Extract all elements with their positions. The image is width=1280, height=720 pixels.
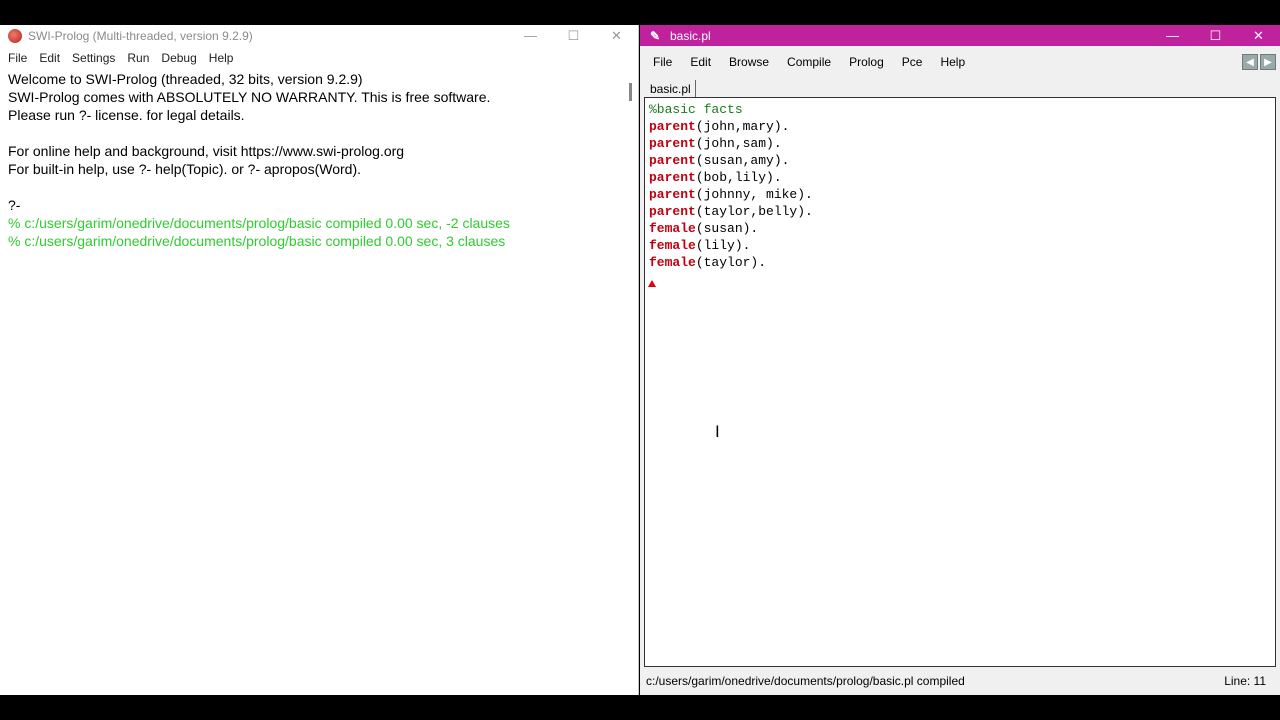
tab-strip: basic.pl [640,78,1280,98]
menu-edit[interactable]: Edit [683,55,718,69]
menu-help[interactable]: Help [205,51,238,65]
maximize-button[interactable]: ☐ [552,25,595,46]
code-line: parent(john,mary). [649,118,1271,135]
console-scrollbar[interactable] [629,83,632,101]
caret-marker-icon [648,280,656,287]
editor-statusbar: c:/users/garim/onedrive/documents/prolog… [640,667,1280,695]
console-line: % c:/users/garim/onedrive/documents/prol… [8,215,510,231]
console-line: Welcome to SWI-Prolog (threaded, 32 bits… [8,71,363,87]
console-title: SWI-Prolog (Multi-threaded, version 9.2.… [28,28,253,43]
menu-file[interactable]: File [646,55,679,69]
code-args: (taylor). [695,255,767,270]
console-line: For built-in help, use ?- help(Topic). o… [8,161,362,177]
status-line-number: Line: 11 [1224,674,1266,688]
minimize-button[interactable]: — [1151,25,1194,46]
console-line: Please run ?- license. for legal details… [8,107,245,123]
code-keyword: female [649,238,696,253]
code-comment: %basic facts [649,102,743,117]
code-args: (taylor,belly). [695,204,813,219]
console-titlebar[interactable]: SWI-Prolog (Multi-threaded, version 9.2.… [0,25,638,46]
code-args: (lily). [695,238,751,253]
console-menubar: File Edit Settings Run Debug Help [0,46,638,70]
pceemacs-icon: ✎ [649,28,661,43]
code-keyword: parent [649,119,696,134]
status-message: c:/users/garim/onedrive/documents/prolog… [646,674,965,688]
code-editor[interactable]: %basic facts parent(john,mary). parent(j… [644,97,1276,667]
console-output[interactable]: Welcome to SWI-Prolog (threaded, 32 bits… [0,70,627,695]
code-keyword: female [649,255,696,270]
prolog-console-window: SWI-Prolog (Multi-threaded, version 9.2.… [0,25,639,695]
menu-edit[interactable]: Edit [35,51,64,65]
desktop: SWI-Prolog (Multi-threaded, version 9.2.… [0,0,1280,720]
code-keyword: parent [649,204,696,219]
code-line: female(susan). [649,220,1271,237]
code-args: (johnny, mike). [695,187,813,202]
editor-titlebar[interactable]: ✎ basic.pl — ☐ ✕ [640,25,1280,46]
console-line: % c:/users/garim/onedrive/documents/prol… [8,233,506,249]
menu-file[interactable]: File [4,51,31,65]
text-cursor-icon: I [715,422,720,441]
code-line: female(taylor). [649,254,1271,271]
swi-prolog-icon [8,28,22,43]
editor-window-controls: — ☐ ✕ [1151,25,1280,46]
arrow-left-icon[interactable]: ◀ [1242,54,1258,70]
menu-pce[interactable]: Pce [895,55,930,69]
code-keyword: parent [649,187,696,202]
code-args: (bob,lily). [695,170,782,185]
console-window-controls: — ☐ ✕ [509,25,638,46]
menu-compile[interactable]: Compile [780,55,838,69]
code-line: parent(bob,lily). [649,169,1271,186]
tab-basic-pl[interactable]: basic.pl [646,80,696,98]
nav-arrows: ◀ ▶ [1240,54,1276,70]
maximize-button[interactable]: ☐ [1194,25,1237,46]
code-args: (susan,amy). [695,153,790,168]
menu-help[interactable]: Help [933,55,972,69]
code-line: parent(taylor,belly). [649,203,1271,220]
code-line: female(lily). [649,237,1271,254]
console-line: For online help and background, visit ht… [8,143,405,159]
code-keyword: parent [649,136,696,151]
close-button[interactable]: ✕ [1237,25,1280,46]
editor-title: basic.pl [670,28,711,43]
arrow-right-icon[interactable]: ▶ [1260,54,1276,70]
menu-debug[interactable]: Debug [157,51,200,65]
console-prompt: ?- [8,197,21,213]
minimize-button[interactable]: — [509,25,552,46]
code-keyword: female [649,221,696,236]
code-args: (susan). [695,221,759,236]
code-keyword: parent [649,170,696,185]
menu-run[interactable]: Run [123,51,153,65]
menu-prolog[interactable]: Prolog [842,55,891,69]
code-args: (john,mary). [695,119,790,134]
code-args: (john,sam). [695,136,782,151]
code-keyword: parent [649,153,696,168]
code-line: parent(johnny, mike). [649,186,1271,203]
editor-window: ✎ basic.pl — ☐ ✕ File Edit Browse Compil… [640,25,1280,695]
code-line: parent(susan,amy). [649,152,1271,169]
code-line: parent(john,sam). [649,135,1271,152]
menu-settings[interactable]: Settings [68,51,119,65]
close-button[interactable]: ✕ [595,25,638,46]
code-line: %basic facts [649,101,1271,118]
console-line: SWI-Prolog comes with ABSOLUTELY NO WARR… [8,89,491,105]
menu-browse[interactable]: Browse [722,55,776,69]
editor-menubar: File Edit Browse Compile Prolog Pce Help… [640,46,1280,78]
